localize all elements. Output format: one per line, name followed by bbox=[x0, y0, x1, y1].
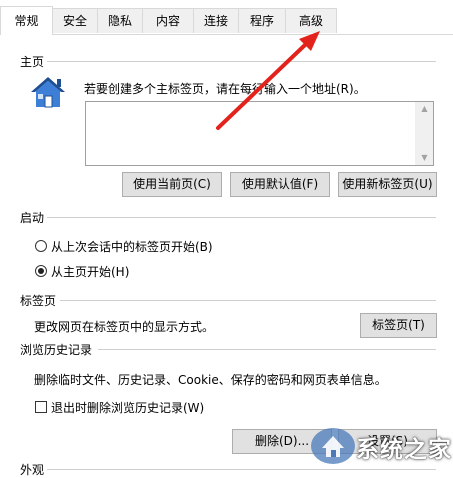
tab-general[interactable]: 常规 bbox=[0, 6, 53, 35]
watermark-logo-icon bbox=[311, 428, 355, 464]
watermark-text: 系统之家 bbox=[356, 437, 452, 463]
radio-last-session[interactable] bbox=[35, 240, 47, 252]
homepage-description: 若要创建多个主标签页，请在每行输入一个地址(R)。 bbox=[84, 82, 366, 96]
delete-on-exit-label[interactable]: 退出时删除浏览历史记录(W) bbox=[51, 399, 204, 416]
tabs-settings-button[interactable]: 标签页(T) bbox=[360, 313, 437, 338]
tab-privacy[interactable]: 隐私 bbox=[97, 8, 143, 33]
tabs-description: 更改网页在标签页中的显示方式。 bbox=[34, 320, 215, 334]
tab-connections[interactable]: 连接 bbox=[193, 8, 239, 33]
tabs-section-title: 标签页 bbox=[20, 294, 57, 308]
use-new-tab-button[interactable]: 使用新标签页(U) bbox=[338, 172, 437, 197]
radio-homepage-label[interactable]: 从主页开始(H) bbox=[51, 263, 129, 280]
tab-strip: 常规 安全 隐私 内容 连接 程序 高级 bbox=[0, 0, 453, 35]
radio-last-session-label[interactable]: 从上次会话中的标签页开始(B) bbox=[51, 238, 213, 255]
section-divider bbox=[98, 349, 436, 350]
delete-on-exit-checkbox[interactable] bbox=[35, 401, 47, 413]
radio-homepage[interactable] bbox=[35, 265, 47, 277]
history-section-title: 浏览历史记录 bbox=[20, 343, 93, 357]
house-icon bbox=[31, 77, 65, 108]
homepage-section-title: 主页 bbox=[20, 55, 45, 69]
appearance-section-title: 外观 bbox=[20, 463, 45, 477]
tab-programs[interactable]: 程序 bbox=[238, 8, 286, 33]
section-divider bbox=[47, 217, 436, 218]
tab-advanced[interactable]: 高级 bbox=[285, 8, 337, 33]
scrollbar[interactable]: ▲ ▼ bbox=[415, 102, 433, 165]
section-divider bbox=[60, 300, 436, 301]
tab-label: 内容 bbox=[155, 14, 180, 28]
section-divider bbox=[47, 61, 436, 62]
tab-label: 连接 bbox=[203, 14, 228, 28]
tab-label: 高级 bbox=[298, 14, 323, 28]
history-description: 删除临时文件、历史记录、Cookie、保存的密码和网页表单信息。 bbox=[34, 373, 387, 387]
scroll-up-icon[interactable]: ▲ bbox=[416, 102, 433, 116]
scroll-down-icon[interactable]: ▼ bbox=[416, 151, 433, 165]
tab-label: 常规 bbox=[14, 14, 39, 28]
use-current-button[interactable]: 使用当前页(C) bbox=[122, 172, 222, 197]
homepage-url-textarea[interactable]: ▲ ▼ bbox=[85, 101, 434, 166]
use-default-button[interactable]: 使用默认值(F) bbox=[230, 172, 330, 197]
tab-label: 隐私 bbox=[107, 14, 132, 28]
watermark: 系统之家 bbox=[310, 420, 453, 474]
tab-label: 程序 bbox=[249, 14, 274, 28]
tab-content[interactable]: 内容 bbox=[142, 8, 194, 33]
tab-label: 安全 bbox=[62, 14, 87, 28]
tab-security[interactable]: 安全 bbox=[52, 8, 98, 33]
startup-section-title: 启动 bbox=[20, 211, 45, 225]
